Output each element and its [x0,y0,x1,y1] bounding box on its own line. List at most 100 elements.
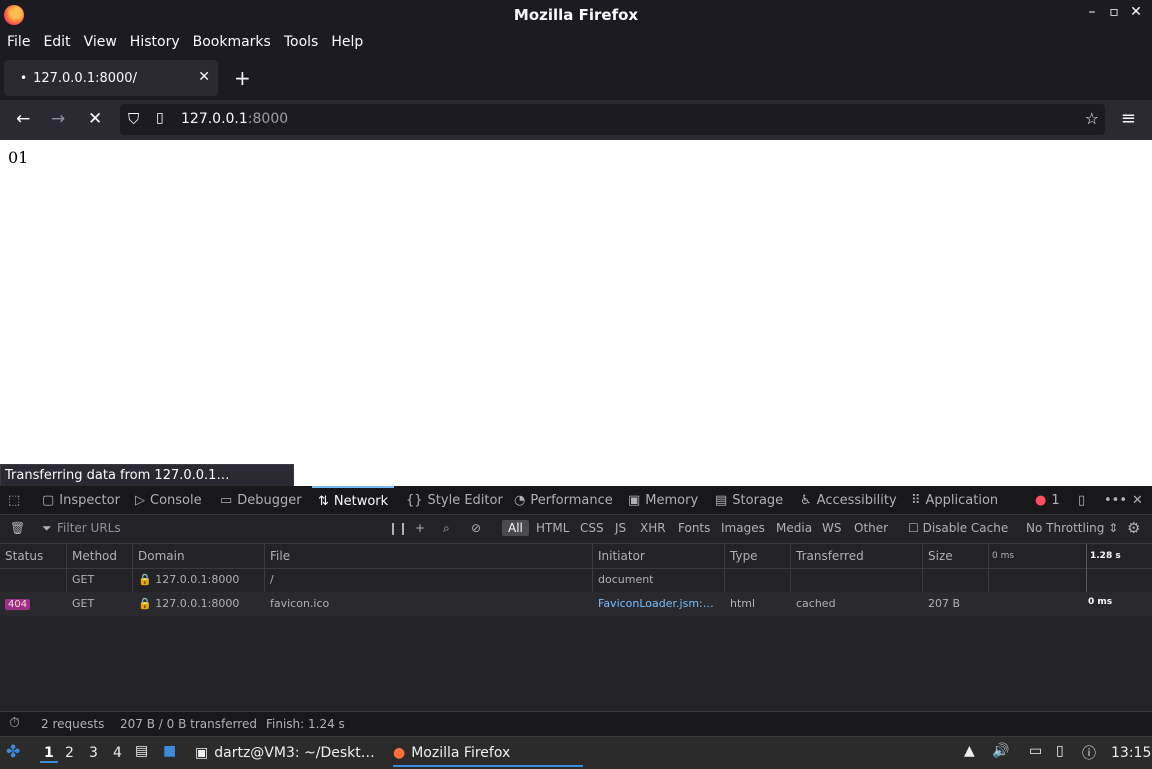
navigation-toolbar: ← → ✕ ⛉ ▯ 127.0.0.1:8000 ☆ ≡ [0,100,1152,140]
page-content: 01 [0,140,1152,486]
debugger-icon: ▭ [220,492,233,508]
clipboard-icon[interactable]: ▯ [1056,743,1064,759]
row-size: 207 B [928,597,961,610]
close-devtools-icon[interactable]: ✕ [1132,486,1143,514]
file-manager-icon[interactable]: ▤ [135,743,148,759]
row-method: GET [72,573,95,586]
loading-dot-icon: • [20,71,28,85]
element-picker-icon[interactable]: ⬚ [8,486,20,514]
volume-icon[interactable]: 🔊 [992,743,1009,759]
tab-application[interactable]: ⠿ Application [911,486,998,514]
col-initiator[interactable]: Initiator [598,544,645,568]
dock-toggle-icon[interactable]: ▯ [1078,486,1085,514]
tab-memory[interactable]: ▣ Memory [628,486,698,514]
col-transferred[interactable]: Transferred [796,544,864,568]
filter-fonts[interactable]: Fonts [678,521,710,535]
workspace-2[interactable]: 2 [65,745,74,761]
app-menu-icon[interactable]: ≡ [1121,108,1136,129]
notification-icon[interactable]: ⓘ [1082,743,1096,763]
new-tab-icon[interactable]: + [234,66,251,90]
menu-bookmarks[interactable]: Bookmarks [193,34,271,50]
url-text[interactable]: 127.0.0.1:8000 [181,111,288,127]
taskbar-item-firefox[interactable]: ● Mozilla Firefox [393,741,583,767]
filter-css[interactable]: CSS [580,521,604,535]
row-time: 0 ms [1088,597,1113,607]
performance-analysis-icon[interactable]: ⏱ [9,715,20,731]
desktop-icon[interactable]: ■ [163,743,176,759]
col-status[interactable]: Status [5,544,43,568]
row-method: GET [72,597,95,610]
filter-media[interactable]: Media [776,521,812,535]
tab-performance[interactable]: ◔ Performance [514,486,613,514]
tray-upload-icon[interactable]: ▲ [964,743,975,759]
app-launcher-icon[interactable]: ✤ [6,742,20,762]
stop-icon[interactable]: ✕ [88,109,102,129]
menu-history[interactable]: History [130,34,180,50]
close-tab-icon[interactable]: ✕ [198,69,210,85]
menu-help[interactable]: Help [331,34,363,50]
back-icon[interactable]: ← [16,109,30,129]
throttling-select[interactable]: No Throttling ⇕ [1026,521,1118,535]
col-method[interactable]: Method [72,544,117,568]
filter-other[interactable]: Other [854,521,888,535]
minimize-icon[interactable]: – [1084,4,1100,20]
row-initiator-link[interactable]: FaviconLoader.jsm:… [598,597,714,610]
workspace-1[interactable]: 1 [40,745,58,763]
tab-inspector[interactable]: ▢ Inspector [42,486,120,514]
timeline-end-label: 1.28 s [1090,551,1121,561]
col-domain[interactable]: Domain [138,544,185,568]
network-summary-bar: ⏱ 2 requests 207 B / 0 B transferred Fin… [0,711,1152,737]
pause-icon[interactable]: ❙❙ [388,521,408,535]
menu-view[interactable]: View [84,34,117,50]
browser-tab[interactable]: • 127.0.0.1:8000/ ✕ [4,60,218,96]
terminal-icon: ▣ [195,745,209,761]
filter-ws[interactable]: WS [822,521,841,535]
status-panel: Transferring data from 127.0.0.1… [0,464,294,487]
error-icon: ● [1035,492,1047,508]
tab-strip: • 127.0.0.1:8000/ ✕ + [0,56,1152,100]
filter-urls-input[interactable]: Filter URLs [57,521,121,535]
close-window-icon[interactable]: ✕ [1128,4,1144,20]
menu-tools[interactable]: Tools [284,34,319,50]
tracking-protection-icon[interactable]: ⛉ [128,110,139,128]
menu-file[interactable]: File [7,34,30,50]
workspace-3[interactable]: 3 [89,745,98,761]
filter-all[interactable]: All [502,520,529,536]
tab-accessibility[interactable]: ♿ Accessibility [800,486,897,514]
col-size[interactable]: Size [928,544,953,568]
maximize-icon[interactable]: ▫ [1106,4,1122,20]
disable-cache-checkbox[interactable]: ☐ Disable Cache [908,521,1008,535]
url-bar[interactable]: ⛉ ▯ 127.0.0.1:8000 ☆ [120,104,1105,135]
error-count-badge[interactable]: ● 1 [1035,486,1060,514]
block-icon[interactable]: ⊘ [471,521,481,535]
tab-network[interactable]: ⇅ Network [312,486,395,514]
tab-console[interactable]: ▷ Console [135,486,202,514]
table-row[interactable]: 404 GET 🔒 127.0.0.1:8000 favicon.ico Fav… [0,592,1152,616]
add-request-icon[interactable]: + [415,521,425,535]
tab-style-editor[interactable]: {} Style Editor [406,486,503,514]
clear-requests-icon[interactable]: 🗑 [10,521,25,535]
menu-edit[interactable]: Edit [43,34,70,50]
search-icon[interactable]: ⌕ [443,521,450,536]
table-row[interactable]: GET 🔒 127.0.0.1:8000 / document [0,568,1152,592]
forward-icon[interactable]: → [51,109,65,129]
filter-xhr[interactable]: XHR [640,521,666,535]
filter-html[interactable]: HTML [536,521,569,535]
network-tray-icon[interactable]: ▭ [1029,743,1042,759]
workspace-4[interactable]: 4 [113,745,122,761]
bookmark-star-icon[interactable]: ☆ [1085,109,1099,128]
timeline-start-label: 0 ms [992,551,1015,561]
taskbar-item-terminal[interactable]: ▣ dartz@VM3: ~/Deskt… [195,741,375,765]
col-type[interactable]: Type [730,544,758,568]
col-file[interactable]: File [270,544,290,568]
filter-js[interactable]: JS [615,521,626,535]
tab-debugger[interactable]: ▭ Debugger [220,486,302,514]
page-info-icon[interactable]: ▯ [156,110,164,126]
transferred-summary: 207 B / 0 B transferred [120,717,257,731]
network-settings-icon[interactable]: ⚙ [1127,519,1140,537]
row-type: html [730,597,756,610]
filter-images[interactable]: Images [721,521,765,535]
tab-storage[interactable]: ▤ Storage [715,486,783,514]
memory-icon: ▣ [628,492,641,508]
devtools-menu-icon[interactable]: ••• [1104,486,1127,514]
